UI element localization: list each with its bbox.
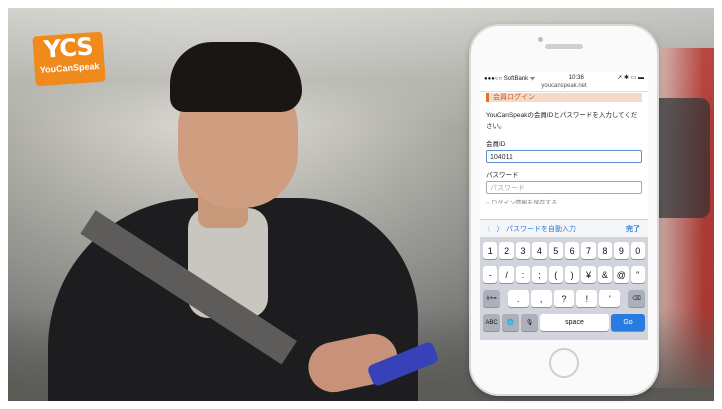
previous-field-chevron-icon[interactable]: 〈 (480, 224, 494, 234)
ycs-logo: YCS YouCanSpeak (32, 31, 106, 87)
done-button[interactable]: 完了 (626, 224, 648, 234)
url-bar[interactable]: youcanspeak.net (480, 83, 648, 92)
keyboard-row-punctuation: #+= . , ? ! ' ⌫ (482, 290, 646, 307)
keyboard-row-numbers: 1 2 3 4 5 6 7 8 9 0 (482, 242, 646, 259)
key-3[interactable]: 3 (515, 242, 531, 259)
home-button[interactable] (549, 348, 579, 378)
key-yen[interactable]: ¥ (581, 266, 596, 283)
key-question[interactable]: ? (553, 290, 575, 307)
key-comma[interactable]: , (530, 290, 552, 307)
key-9[interactable]: 9 (614, 242, 629, 259)
front-camera-icon (538, 37, 543, 42)
login-heading: 会員ログイン (486, 93, 642, 102)
status-icons: ➚ ✱ ▭ ▬ (617, 75, 644, 81)
key-6[interactable]: 6 (564, 242, 580, 259)
keyboard-accessory-bar: 〈 〉 パスワードを自動入力 完了 (480, 219, 648, 237)
speaker-icon (545, 44, 583, 49)
key-exclamation[interactable]: ! (576, 290, 598, 307)
autofill-password-button[interactable]: パスワードを自動入力 (506, 224, 626, 234)
key-at[interactable]: @ (614, 266, 629, 283)
key-colon[interactable]: : (515, 266, 531, 283)
phone-mockup: ●●●○○ SoftBank ᯤ 10:36 ➚ ✱ ▭ ▬ youcanspe… (471, 26, 657, 394)
clock-label: 10:36 (568, 74, 584, 81)
phone-screen: ●●●○○ SoftBank ᯤ 10:36 ➚ ✱ ▭ ▬ youcanspe… (480, 72, 648, 340)
remember-login-checkbox[interactable]: ○ ログイン情報を保存する (486, 198, 642, 204)
key-quote[interactable]: " (630, 266, 645, 283)
key-slash[interactable]: / (499, 266, 514, 283)
key-ampersand[interactable]: & (597, 266, 613, 283)
key-close-paren[interactable]: ) (564, 266, 580, 283)
next-field-chevron-icon[interactable]: 〉 (494, 224, 506, 234)
key-semicolon[interactable]: ; (532, 266, 547, 283)
key-open-paren[interactable]: ( (548, 266, 563, 283)
carrier-label: ●●●○○ SoftBank ᯤ (484, 75, 536, 82)
keyboard: 1 2 3 4 5 6 7 8 9 0 - / : ; ( ) ¥ & @ " … (480, 237, 648, 340)
abc-key[interactable]: ABC (483, 314, 500, 331)
globe-icon[interactable]: 🌐 (502, 314, 519, 331)
microphone-icon[interactable]: 🎙 (521, 314, 538, 331)
login-description: YouCanSpeakの会員IDとパスワードを入力してください。 (486, 112, 638, 130)
keyboard-row-bottom: ABC 🌐 🎙 space Go (482, 314, 646, 331)
key-1[interactable]: 1 (483, 242, 498, 259)
member-id-label: 会員ID (486, 141, 506, 148)
key-hyphen[interactable]: - (483, 266, 498, 283)
keyboard-row-symbols: - / : ; ( ) ¥ & @ " (482, 266, 646, 283)
password-input[interactable]: パスワード (486, 181, 642, 194)
key-0[interactable]: 0 (630, 242, 645, 259)
password-label: パスワード (486, 172, 519, 179)
key-period[interactable]: . (507, 290, 529, 307)
go-key[interactable]: Go (611, 314, 645, 331)
member-id-input[interactable]: 104011 (486, 150, 642, 163)
key-apostrophe[interactable]: ' (599, 290, 621, 307)
key-5[interactable]: 5 (548, 242, 563, 259)
space-key[interactable]: space (540, 314, 609, 331)
key-2[interactable]: 2 (499, 242, 514, 259)
delete-key-icon[interactable]: ⌫ (627, 290, 646, 307)
symbols-toggle-key[interactable]: #+= (483, 290, 501, 307)
key-8[interactable]: 8 (597, 242, 613, 259)
person-hair (170, 42, 302, 112)
key-4[interactable]: 4 (532, 242, 547, 259)
status-bar: ●●●○○ SoftBank ᯤ 10:36 ➚ ✱ ▭ ▬ (480, 72, 648, 83)
key-7[interactable]: 7 (581, 242, 596, 259)
